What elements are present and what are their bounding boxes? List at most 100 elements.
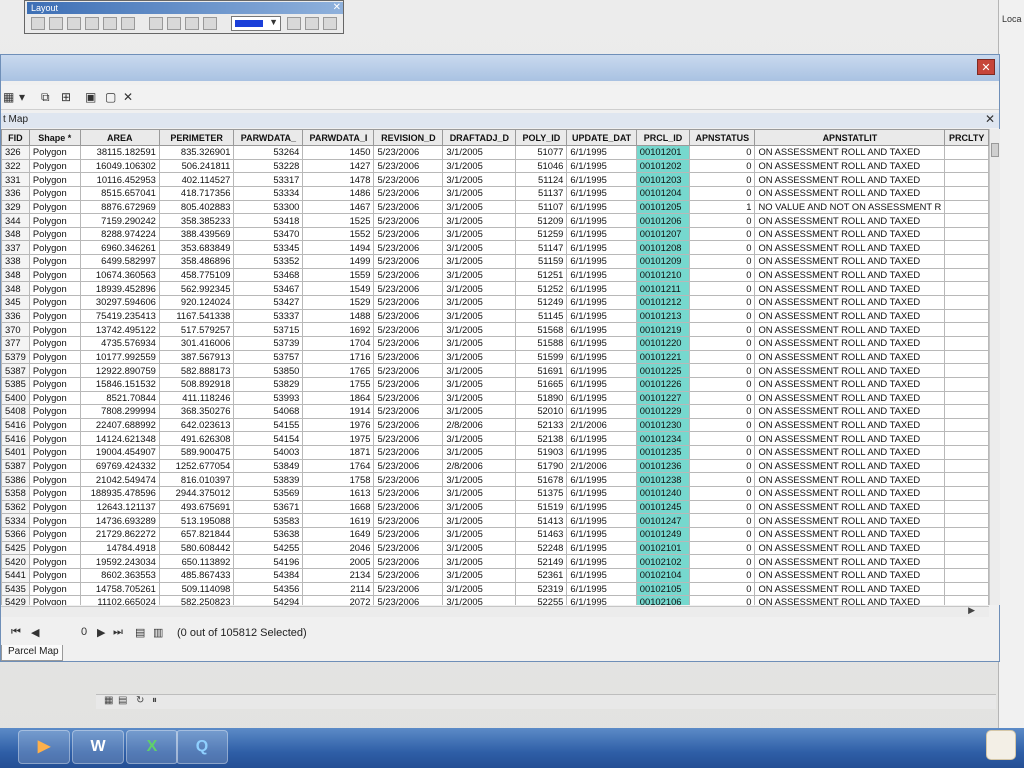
table-row[interactable]: 348 Polygon 8288.974224 388.439569 53470 1552… xyxy=(1,226,989,242)
table-cell[interactable] xyxy=(944,349,989,365)
table-cell[interactable]: ON ASSESSMENT ROLL AND TAXED xyxy=(754,417,946,433)
table-cell[interactable]: 53427 xyxy=(233,295,304,310)
table-cell[interactable] xyxy=(944,554,989,569)
table-cell[interactable]: 1765 xyxy=(302,363,375,378)
table-cell[interactable]: 14784.4918 xyxy=(79,540,160,556)
table-cell[interactable]: 51375 xyxy=(515,486,568,501)
table-cell[interactable]: ON ASSESSMENT ROLL AND TAXED xyxy=(754,458,946,474)
table-cell[interactable]: 5379 xyxy=(1,349,30,365)
table-cell[interactable]: 1549 xyxy=(302,281,375,297)
table-cell[interactable]: 5/23/2006 xyxy=(373,472,444,488)
table-cell[interactable]: ON ASSESSMENT ROLL AND TAXED xyxy=(754,513,946,528)
close-icon[interactable]: ✕ xyxy=(333,2,341,14)
table-cell[interactable]: 6/1/1995 xyxy=(566,308,637,324)
table-cell[interactable]: 0 xyxy=(689,390,756,406)
next-record-icon[interactable]: ▶ xyxy=(97,626,105,639)
table-cell[interactable]: 493.675691 xyxy=(158,499,235,515)
table-cell[interactable]: 00101227 xyxy=(635,390,691,406)
column-header[interactable]: Shape * xyxy=(28,129,81,146)
show-all-records-icon[interactable]: ▤ xyxy=(135,626,145,639)
table-cell[interactable]: 1619 xyxy=(302,513,375,528)
table-cell[interactable]: NO VALUE AND NOT ON ASSESSMENT R xyxy=(754,199,946,215)
table-cell[interactable]: 2/1/2006 xyxy=(566,417,637,433)
table-cell[interactable]: 1167.541338 xyxy=(158,308,235,324)
table-row[interactable]: 5387 Polygon 12922.890759 582.888173 53850 17… xyxy=(1,363,989,378)
table-cell[interactable]: 00101221 xyxy=(635,349,691,365)
table-row[interactable]: 5416 Polygon 22407.688992 642.023613 54155 19… xyxy=(1,417,989,433)
table-cell[interactable]: 53352 xyxy=(233,254,304,269)
toggle-draft-mode-icon[interactable] xyxy=(287,17,301,30)
table-row[interactable]: 5366 Polygon 21729.862272 657.821844 53638 16… xyxy=(1,526,989,542)
table-cell[interactable]: 5/23/2006 xyxy=(373,158,444,174)
table-cell[interactable]: 00101219 xyxy=(635,322,691,337)
table-cell[interactable]: 0 xyxy=(689,458,756,474)
table-cell[interactable]: 22407.688992 xyxy=(79,417,160,433)
table-cell[interactable]: Polygon xyxy=(28,226,81,242)
table-cell[interactable]: Polygon xyxy=(28,363,81,378)
table-cell[interactable]: 2072 xyxy=(302,595,375,605)
table-cell[interactable]: 38115.182591 xyxy=(79,145,160,160)
table-cell[interactable]: 6/1/1995 xyxy=(566,581,637,597)
table-options-icon[interactable]: ▦ xyxy=(3,90,14,104)
table-cell[interactable]: Polygon xyxy=(28,404,81,419)
table-cell[interactable]: 5/23/2006 xyxy=(373,145,444,160)
table-cell[interactable]: 458.775109 xyxy=(158,267,235,283)
table-cell[interactable]: 51691 xyxy=(515,363,568,378)
table-cell[interactable]: 51588 xyxy=(515,335,568,351)
table-cell[interactable]: 10674.360563 xyxy=(79,267,160,283)
table-cell[interactable]: 1488 xyxy=(302,308,375,324)
table-cell[interactable]: 2944.375012 xyxy=(158,486,235,501)
table-cell[interactable] xyxy=(944,390,989,406)
table-row[interactable]: 5416 Polygon 14124.621348 491.626308 54154 19… xyxy=(1,431,989,447)
zoom-100-icon[interactable] xyxy=(203,17,217,30)
table-cell[interactable]: 51145 xyxy=(515,308,568,324)
table-row[interactable]: 331 Polygon 10116.452953 402.114527 53317 147… xyxy=(1,172,989,187)
table-cell[interactable]: 53300 xyxy=(233,199,304,215)
related-tables-icon[interactable]: ⧉ xyxy=(41,90,50,105)
table-cell[interactable]: 52255 xyxy=(515,595,568,605)
chevron-down-icon[interactable]: ▼ xyxy=(269,17,278,27)
table-cell[interactable]: 54155 xyxy=(233,417,304,433)
table-row[interactable]: 5362 Polygon 12643.121137 493.675691 53671 16… xyxy=(1,499,989,515)
table-cell[interactable] xyxy=(944,335,989,351)
table-cell[interactable]: 0 xyxy=(689,281,756,297)
column-header[interactable]: PERIMETER xyxy=(158,129,235,146)
table-cell[interactable]: 19592.243034 xyxy=(79,554,160,569)
table-cell[interactable] xyxy=(944,499,989,515)
table-cell[interactable]: ON ASSESSMENT ROLL AND TAXED xyxy=(754,226,946,242)
table-cell[interactable]: 6/1/1995 xyxy=(566,376,637,392)
table-cell[interactable]: 3/1/2005 xyxy=(442,199,517,215)
table-cell[interactable]: ON ASSESSMENT ROLL AND TAXED xyxy=(754,267,946,283)
table-cell[interactable]: 3/1/2005 xyxy=(442,349,517,365)
table-cell[interactable]: 1764 xyxy=(302,458,375,474)
table-row[interactable]: 370 Polygon 13742.495122 517.579257 53715 169… xyxy=(1,322,989,337)
table-cell[interactable]: 00102106 xyxy=(635,595,691,605)
table-cell[interactable]: 51903 xyxy=(515,445,568,460)
table-cell[interactable]: 51665 xyxy=(515,376,568,392)
column-header[interactable]: AREA xyxy=(79,129,160,146)
table-cell[interactable] xyxy=(944,445,989,460)
table-cell[interactable]: ON ASSESSMENT ROLL AND TAXED xyxy=(754,540,946,556)
table-cell[interactable]: 0 xyxy=(689,349,756,365)
table-cell[interactable]: 5/23/2006 xyxy=(373,526,444,542)
table-cell[interactable]: 1478 xyxy=(302,172,375,187)
table-cell[interactable]: 54255 xyxy=(233,540,304,556)
table-cell[interactable]: 0 xyxy=(689,335,756,351)
table-cell[interactable]: 00101211 xyxy=(635,281,691,297)
table-cell[interactable] xyxy=(944,295,989,310)
table-cell[interactable]: ON ASSESSMENT ROLL AND TAXED xyxy=(754,213,946,228)
table-cell[interactable]: 0 xyxy=(689,431,756,447)
table-cell[interactable]: 53467 xyxy=(233,281,304,297)
table-cell[interactable]: 51463 xyxy=(515,526,568,542)
table-cell[interactable]: 5362 xyxy=(1,499,30,515)
table-cell[interactable]: ON ASSESSMENT ROLL AND TAXED xyxy=(754,390,946,406)
table-row[interactable]: 344 Polygon 7159.290242 358.385233 53418 1525… xyxy=(1,213,989,228)
table-cell[interactable]: Polygon xyxy=(28,499,81,515)
table-cell[interactable]: 54294 xyxy=(233,595,304,605)
media-player-button[interactable]: ▶ xyxy=(18,730,70,764)
table-cell[interactable]: 1559 xyxy=(302,267,375,283)
table-cell[interactable]: 1976 xyxy=(302,417,375,433)
table-cell[interactable]: 3/1/2005 xyxy=(442,226,517,242)
table-cell[interactable]: 53345 xyxy=(233,240,304,256)
table-cell[interactable]: Polygon xyxy=(28,158,81,174)
